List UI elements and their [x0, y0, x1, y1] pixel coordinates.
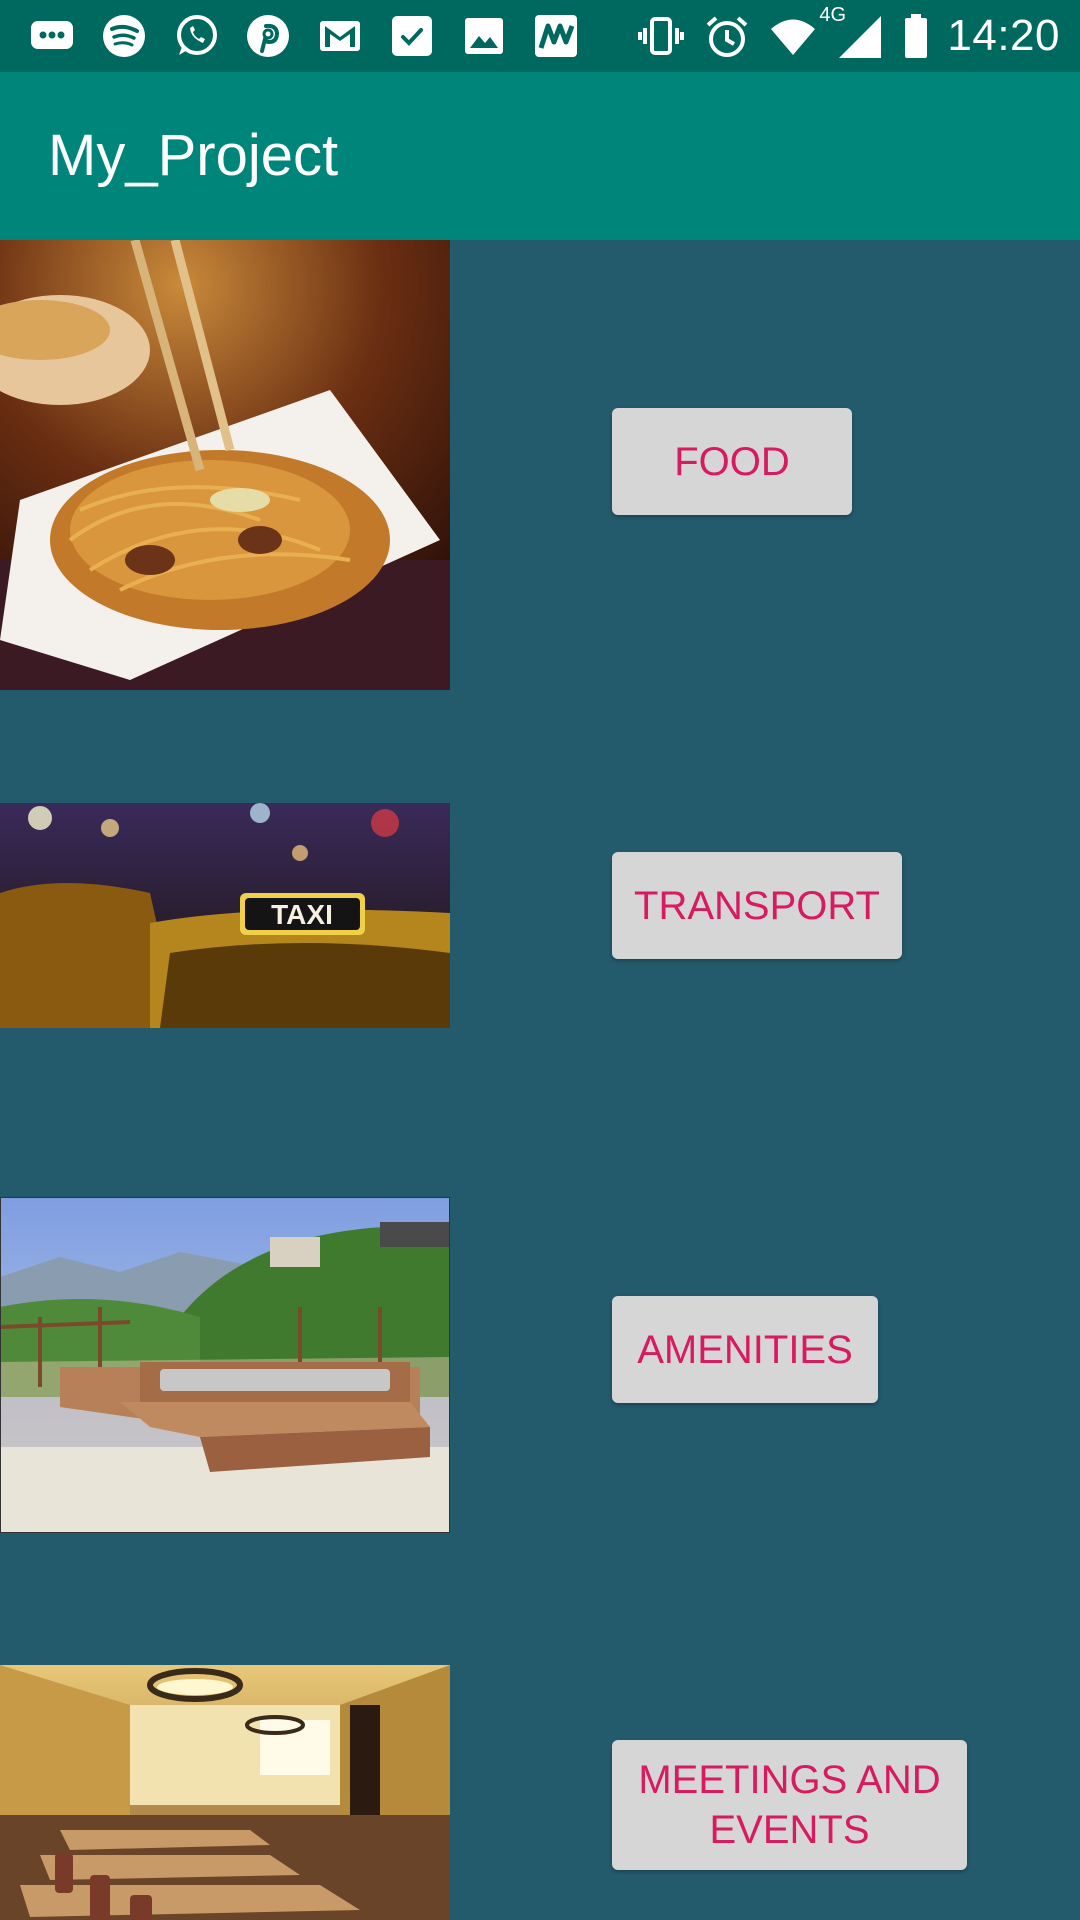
- taxi-image: TAXI: [0, 803, 450, 1028]
- cellular-signal-icon: 4G: [819, 4, 885, 62]
- vibrate-icon: [635, 10, 687, 62]
- chat-bubble-icon: [26, 10, 78, 62]
- alarm-icon: [701, 10, 753, 62]
- transport-button[interactable]: TRANSPORT: [612, 852, 902, 959]
- meeting-room-image: [0, 1665, 450, 1920]
- spotify-icon: [98, 10, 150, 62]
- amenities-image: [0, 1197, 450, 1533]
- gmail-icon: [314, 10, 366, 62]
- whatsapp-icon: [170, 10, 222, 62]
- tasks-icon: [386, 10, 438, 62]
- battery-icon: [899, 10, 933, 62]
- gallery-icon: [458, 10, 510, 62]
- app-title: My_Project: [48, 123, 339, 188]
- meetings-and-events-button[interactable]: MEETINGS AND EVENTS: [612, 1740, 967, 1870]
- taxi-sign-text: TAXI: [271, 899, 333, 930]
- amenities-button[interactable]: AMENITIES: [612, 1296, 878, 1403]
- status-bar: 4G 14:20: [0, 0, 1080, 72]
- pinterest-icon: [242, 10, 294, 62]
- food-button[interactable]: FOOD: [612, 408, 852, 515]
- notification-icons: [26, 8, 582, 64]
- clock: 14:20: [947, 11, 1060, 60]
- maps-app-icon: [530, 10, 582, 62]
- system-status: 4G 14:20: [635, 4, 1060, 64]
- wifi-icon: [767, 10, 819, 62]
- food-image: [0, 240, 450, 690]
- network-type: 4G: [819, 4, 847, 26]
- app-bar: My_Project: [0, 72, 1080, 240]
